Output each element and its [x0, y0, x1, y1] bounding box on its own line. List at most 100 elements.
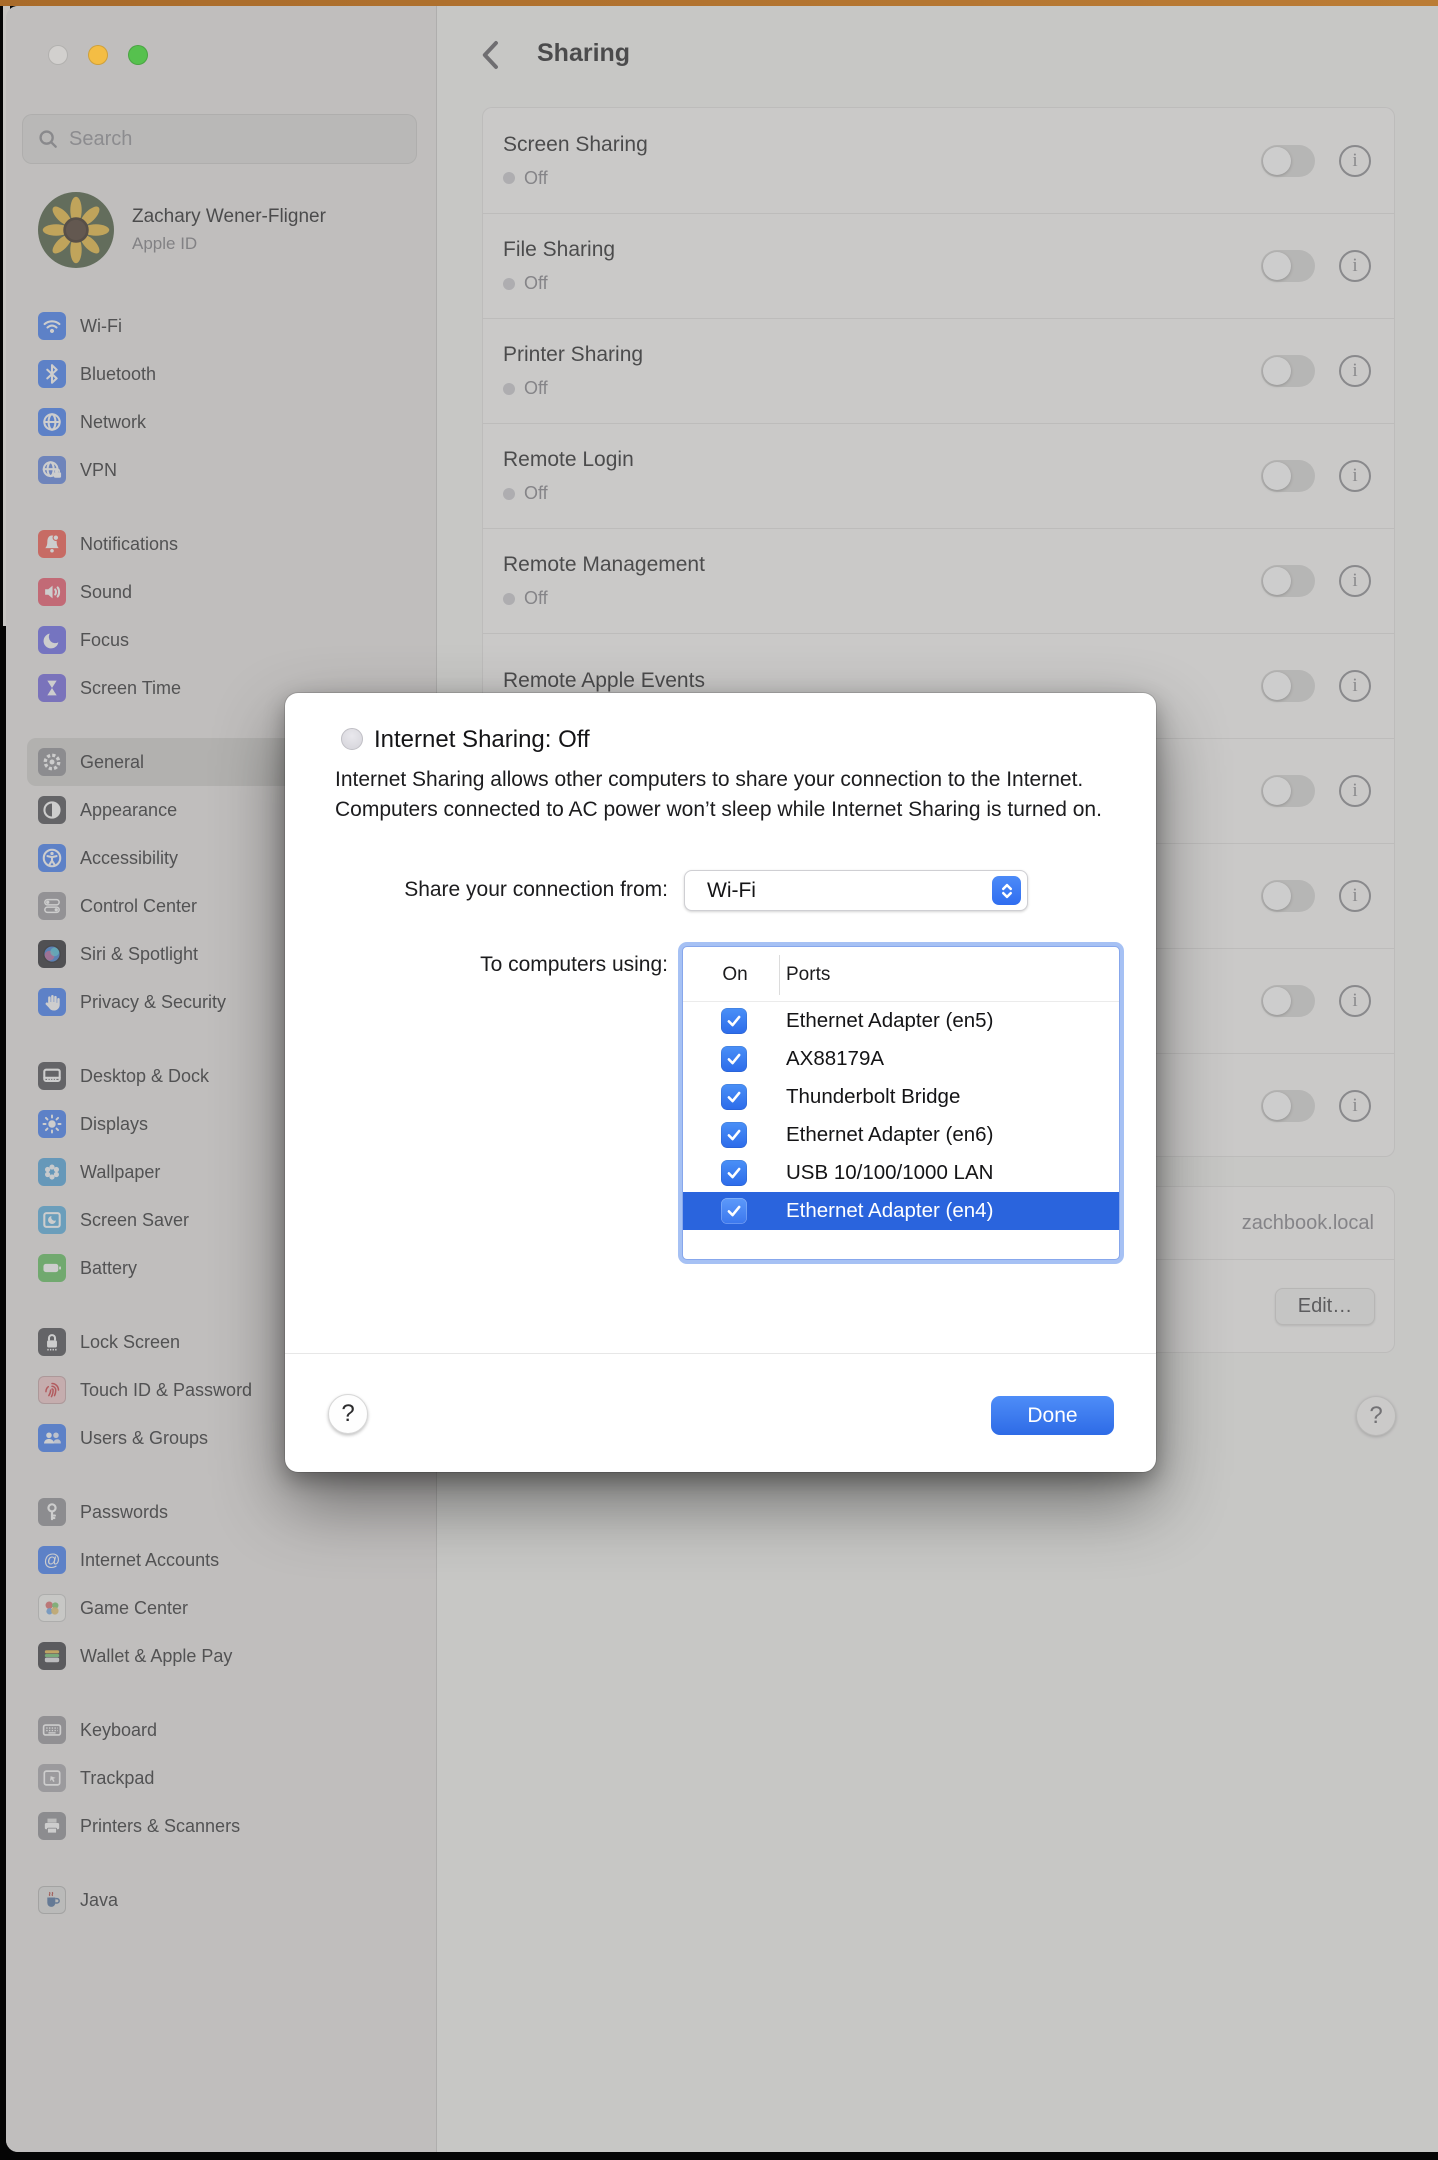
service-toggle[interactable] [1261, 460, 1315, 492]
sidebar-item-label: Lock Screen [80, 1332, 180, 1353]
svg-text:@: @ [44, 1552, 61, 1570]
service-toggle[interactable] [1261, 985, 1315, 1017]
service-toggle[interactable] [1261, 145, 1315, 177]
sidebar-item-wi-fi[interactable]: Wi-Fi [27, 302, 421, 350]
apple-id-profile[interactable]: Zachary Wener-Fligner Apple ID [38, 192, 418, 268]
sidebar-item-label: Internet Accounts [80, 1550, 219, 1571]
sidebar-item-label: Notifications [80, 534, 178, 555]
sidebar-item-notifications[interactable]: Notifications [27, 520, 421, 568]
back-button[interactable] [476, 37, 504, 73]
chevron-left-icon [485, 43, 496, 67]
info-icon[interactable]: i [1339, 1090, 1371, 1122]
close-button[interactable] [48, 45, 68, 65]
service-row-remote-management: Remote Management Off i [483, 528, 1394, 633]
sidebar-item-wallet-apple-pay[interactable]: Wallet & Apple Pay [27, 1632, 421, 1680]
sidebar-item-java[interactable]: Java [27, 1876, 421, 1924]
status-dot-icon [503, 383, 515, 395]
sidebar-item-internet-accounts[interactable]: @ Internet Accounts [27, 1536, 421, 1584]
dialog-help-button[interactable]: ? [328, 1394, 368, 1434]
service-toggle[interactable] [1261, 250, 1315, 282]
dialog-description: Internet Sharing allows other computers … [335, 765, 1147, 824]
sidebar-item-label: Sound [80, 582, 132, 603]
checkbox-checked-icon[interactable] [721, 1160, 747, 1186]
info-icon[interactable]: i [1339, 460, 1371, 492]
sidebar-section: Wi-FiBluetoothNetworkVPN [27, 302, 421, 494]
toggle-knob [1263, 777, 1291, 805]
service-toggle[interactable] [1261, 775, 1315, 807]
service-row-text: File SharingOff [503, 238, 1261, 294]
info-icon[interactable]: i [1339, 985, 1371, 1017]
appearance-icon [38, 796, 66, 824]
done-button[interactable]: Done [991, 1396, 1114, 1435]
info-icon[interactable]: i [1339, 880, 1371, 912]
service-title: Remote Management [503, 553, 1261, 577]
sidebar-item-passwords[interactable]: Passwords [27, 1488, 421, 1536]
port-label: Ethernet Adapter (en5) [786, 1009, 993, 1033]
port-row-ax88179a[interactable]: AX88179A [683, 1040, 1119, 1078]
info-icon[interactable]: i [1339, 775, 1371, 807]
sidebar-item-label: Privacy & Security [80, 992, 226, 1013]
sidebar-item-label: Displays [80, 1114, 148, 1135]
control-center-icon [38, 892, 66, 920]
sidebar-item-game-center[interactable]: Game Center [27, 1584, 421, 1632]
screensaver-icon [38, 1206, 66, 1234]
checkbox-checked-icon[interactable] [721, 1122, 747, 1148]
local-hostname-value: zachbook.local [1242, 1212, 1374, 1235]
port-label: USB 10/100/1000 LAN [786, 1161, 993, 1185]
flower-icon [38, 1158, 66, 1186]
network-globe-icon [38, 408, 66, 436]
edit-button[interactable]: Edit… [1275, 1288, 1375, 1325]
sidebar-item-printers-scanners[interactable]: Printers & Scanners [27, 1802, 421, 1850]
service-toggle[interactable] [1261, 880, 1315, 912]
share-from-popup[interactable]: Wi-Fi [684, 870, 1028, 911]
port-row-ethernet-adapter-en5[interactable]: Ethernet Adapter (en5) [683, 1002, 1119, 1040]
toggle-knob [1263, 882, 1291, 910]
info-icon[interactable]: i [1339, 355, 1371, 387]
info-icon[interactable]: i [1339, 250, 1371, 282]
sidebar-item-network[interactable]: Network [27, 398, 421, 446]
port-row-ethernet-adapter-en4[interactable]: Ethernet Adapter (en4) [683, 1192, 1119, 1230]
service-title: Remote Apple Events [503, 669, 1261, 693]
sidebar-item-label: Accessibility [80, 848, 178, 869]
checkbox-checked-icon[interactable] [721, 1198, 747, 1224]
service-toggle[interactable] [1261, 355, 1315, 387]
help-button[interactable]: ? [1356, 1396, 1396, 1436]
sidebar-item-vpn[interactable]: VPN [27, 446, 421, 494]
page-title: Sharing [537, 39, 630, 68]
sidebar-item-focus[interactable]: Focus [27, 616, 421, 664]
info-icon[interactable]: i [1339, 670, 1371, 702]
port-row-thunderbolt-bridge[interactable]: Thunderbolt Bridge [683, 1078, 1119, 1116]
zoom-button[interactable] [128, 45, 148, 65]
port-row-ethernet-adapter-en6[interactable]: Ethernet Adapter (en6) [683, 1116, 1119, 1154]
search-input[interactable]: Search [22, 114, 417, 164]
sidebar-item-keyboard[interactable]: Keyboard [27, 1706, 421, 1754]
sidebar-item-bluetooth[interactable]: Bluetooth [27, 350, 421, 398]
service-toggle[interactable] [1261, 670, 1315, 702]
sidebar-item-sound[interactable]: Sound [27, 568, 421, 616]
info-icon[interactable]: i [1339, 565, 1371, 597]
toggle-knob [1263, 672, 1291, 700]
search-icon [37, 128, 59, 150]
minimize-button[interactable] [88, 45, 108, 65]
service-status-label: Off [524, 483, 548, 504]
sidebar-item-trackpad[interactable]: Trackpad [27, 1754, 421, 1802]
service-toggle[interactable] [1261, 565, 1315, 597]
info-icon[interactable]: i [1339, 145, 1371, 177]
checkbox-checked-icon[interactable] [721, 1046, 747, 1072]
service-toggle[interactable] [1261, 1090, 1315, 1122]
bluetooth-icon [38, 360, 66, 388]
key-icon [38, 1498, 66, 1526]
service-status-label: Off [524, 588, 548, 609]
service-status-label: Off [524, 168, 548, 189]
checkbox-checked-icon[interactable] [721, 1084, 747, 1110]
port-label: Ethernet Adapter (en4) [786, 1199, 993, 1223]
internet-sharing-dialog: Internet Sharing: Off Internet Sharing a… [285, 693, 1156, 1472]
sidebar-item-label: Keyboard [80, 1720, 157, 1741]
service-row-text: Screen SharingOff [503, 133, 1261, 189]
port-row-usb-10-100-1000-lan[interactable]: USB 10/100/1000 LAN [683, 1154, 1119, 1192]
checkbox-checked-icon[interactable] [721, 1008, 747, 1034]
sidebar-item-label: Java [80, 1890, 118, 1911]
column-header-ports: Ports [786, 964, 830, 986]
sidebar-item-label: Appearance [80, 800, 177, 821]
sidebar-item-label: Trackpad [80, 1768, 154, 1789]
